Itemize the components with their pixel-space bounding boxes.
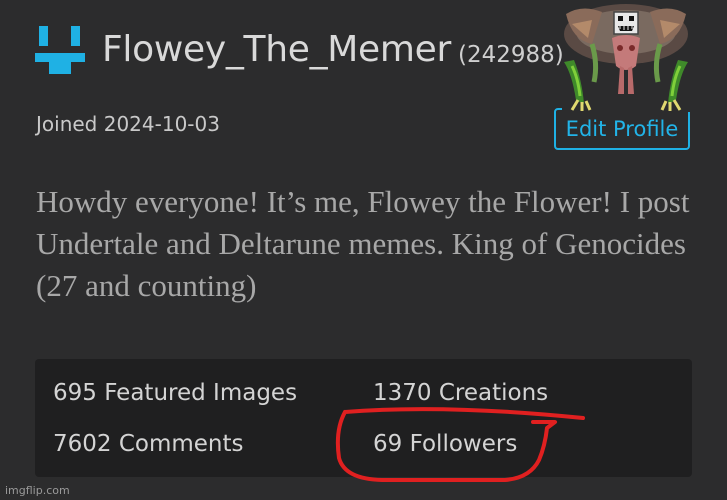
profile-bio: Howdy everyone! It’s me, Flowey the Flow…	[36, 184, 690, 303]
profile-username: Flowey_The_Memer	[102, 29, 452, 70]
joined-date: Joined 2024-10-03	[36, 112, 220, 136]
profile-avatar[interactable]	[562, 4, 690, 112]
profile-points: (242988)	[458, 42, 564, 68]
imgflip-logo-icon	[35, 26, 85, 74]
stat-creations[interactable]: 1370 Creations	[373, 378, 548, 408]
stat-featured-images[interactable]: 695 Featured Images	[53, 378, 297, 408]
edit-profile-button[interactable]: Edit Profile	[554, 108, 690, 150]
stats-panel: 695 Featured Images 1370 Creations 7602 …	[35, 359, 692, 477]
imgflip-watermark: imgflip.com	[5, 484, 70, 497]
stat-followers[interactable]: 69 Followers	[373, 429, 517, 459]
stat-comments[interactable]: 7602 Comments	[53, 429, 244, 459]
